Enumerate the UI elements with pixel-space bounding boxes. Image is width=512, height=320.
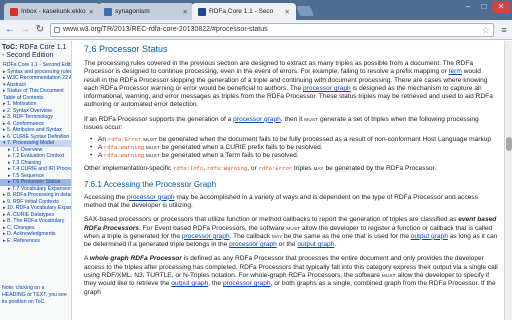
toc-item[interactable]: ▸ E. References (0, 238, 71, 245)
scrollbar[interactable] (504, 41, 512, 320)
processing-issues-list: An rdfa:Error MUST be generated when the… (90, 136, 498, 160)
tab-label: synagonism (115, 8, 150, 15)
w3c-icon (198, 7, 206, 16)
close-tab-icon[interactable]: ✕ (285, 8, 290, 16)
code-term: rdfa:Info (173, 165, 204, 173)
menu-icon[interactable]: ≡ (498, 24, 510, 36)
rfc-keyword: MUST (146, 153, 160, 159)
definition-link[interactable]: processor graph (127, 194, 175, 201)
definition-link[interactable]: output graph (297, 241, 334, 248)
new-tab-button[interactable] (296, 6, 314, 16)
tab-strip: Inbox - kasekunk.ekko ✕ synagonism ✕ RDF… (0, 0, 512, 20)
paragraph: A whole graph RDFa Processor is defined … (84, 255, 498, 296)
browser-tab-inbox[interactable]: Inbox - kasekunk.ekko ✕ (4, 3, 100, 20)
forward-button[interactable]: → (18, 23, 32, 37)
browser-tab-rdfa-core[interactable]: RDFa Core 1.1 - Seco ✕ (192, 3, 296, 20)
rfc-keyword: MAY (271, 233, 283, 239)
close-window-button[interactable]: ✕ (492, 1, 510, 13)
address-text: www.w3.org/TR/2013/REC-rdfa-core-2013082… (63, 26, 268, 33)
definition-link[interactable]: processor graph (303, 85, 351, 92)
defined-term: whole graph RDFa Processor (89, 255, 182, 263)
toc-item[interactable]: ▸ 7.4 CURIE and IRI Processing (0, 166, 71, 173)
rfc-keyword: MUST (143, 137, 158, 143)
toc-item[interactable]: RDFa Core 1.1 - Second Edition (0, 62, 71, 69)
definition-link[interactable]: processor graph (233, 116, 281, 123)
paragraph: If an RDFa Processor supports the genera… (84, 115, 479, 132)
code-term: rdfa:Warning (206, 165, 248, 173)
toc-item[interactable]: ▸ 7.2 Evaluation Context (0, 153, 71, 160)
back-button[interactable]: ← (3, 23, 17, 37)
address-bar[interactable]: www.w3.org/TR/2013/REC-rdfa-core-2013082… (50, 23, 494, 37)
toc-note: Note: clicking on a HEADING or TEXT, you… (2, 285, 67, 305)
toc-title: ToC: RDFa Core 1.1 - Second Edition (2, 44, 67, 59)
bookmark-star-icon[interactable]: ☆ (482, 24, 490, 36)
close-tab-icon[interactable]: ✕ (89, 8, 94, 16)
rfc-keyword: MUST (286, 225, 301, 231)
document-content: 7.6 Processor Status The processing rule… (76, 41, 504, 320)
paragraph: Other implementation-specific rdfa:Info,… (84, 165, 437, 173)
toc-item[interactable]: ▸ 5. Attributes and Syntax (0, 127, 71, 134)
rfc-keyword: MUST (381, 273, 396, 279)
code-term: rdfa:Error (258, 165, 293, 173)
list-item: An rdfa:Error MUST be generated when the… (90, 136, 498, 144)
minimize-button[interactable]: – (460, 1, 476, 13)
definition-link[interactable]: processor graph (229, 241, 277, 248)
toc-item[interactable]: ▸ W3C Recommendation 22 August 2 (0, 75, 71, 82)
definition-link[interactable]: term (449, 68, 462, 75)
reload-button[interactable]: ↻ (33, 23, 47, 37)
toc-item[interactable]: ▸ 8. RDFa Processing in detail (0, 192, 71, 199)
page-info-icon[interactable] (54, 27, 60, 33)
definition-link[interactable]: processor graph (182, 233, 230, 240)
code-term: rdfa:Warning (103, 152, 145, 160)
subsection-title: 7.6.1 Accessing the Processor Graph (84, 179, 217, 189)
maximize-button[interactable]: □ (476, 1, 492, 13)
tab-label: RDFa Core 1.1 - Seco (209, 8, 274, 15)
list-item: A rdfa:Warning MUST be generated when a … (90, 144, 498, 152)
scrollbar-thumb[interactable] (506, 137, 512, 151)
section-title: 7.6 Processor Status (84, 44, 168, 54)
toc-item[interactable]: ▸ B. The RDFa Vocabulary (0, 218, 71, 225)
list-item: A rdfa:Warning MUST be generated when a … (90, 152, 498, 160)
toc-list: RDFa Core 1.1 - Second Edition ▸ Syntax a… (0, 62, 71, 244)
paragraph: SAX-based processors or processors that … (84, 216, 498, 249)
code-term: rdfa:Warning (103, 144, 145, 152)
definition-link[interactable]: output graph (171, 280, 208, 287)
definition-link[interactable]: processor graph (223, 280, 271, 287)
tab-label: Inbox - kasekunk.ekko (21, 8, 86, 15)
rfc-keyword: MAY (313, 166, 324, 172)
toc-item[interactable]: ▸ Status of This Document (0, 88, 71, 95)
rfc-keyword: MUST (304, 116, 319, 122)
page-icon (104, 7, 112, 16)
close-tab-icon[interactable]: ✕ (183, 8, 188, 16)
gmail-icon (10, 7, 18, 16)
browser-tab-synagonism[interactable]: synagonism ✕ (98, 3, 194, 20)
toc-sidebar: ToC: RDFa Core 1.1 - Second Edition RDFa… (0, 41, 72, 320)
toc-item[interactable]: ▸ 10. RDFa Vocabulary Expansion (0, 205, 71, 212)
definition-link[interactable]: output graph (411, 233, 448, 240)
paragraph: Accessing the processor graph may be acc… (84, 193, 479, 209)
code-term: rdfa:Error (107, 136, 142, 144)
rfc-keyword: MUST (146, 145, 160, 151)
paragraph: The processing rules covered in the prev… (84, 60, 493, 109)
browser-toolbar: ← → ↻ www.w3.org/TR/2013/REC-rdfa-core-2… (0, 20, 512, 40)
